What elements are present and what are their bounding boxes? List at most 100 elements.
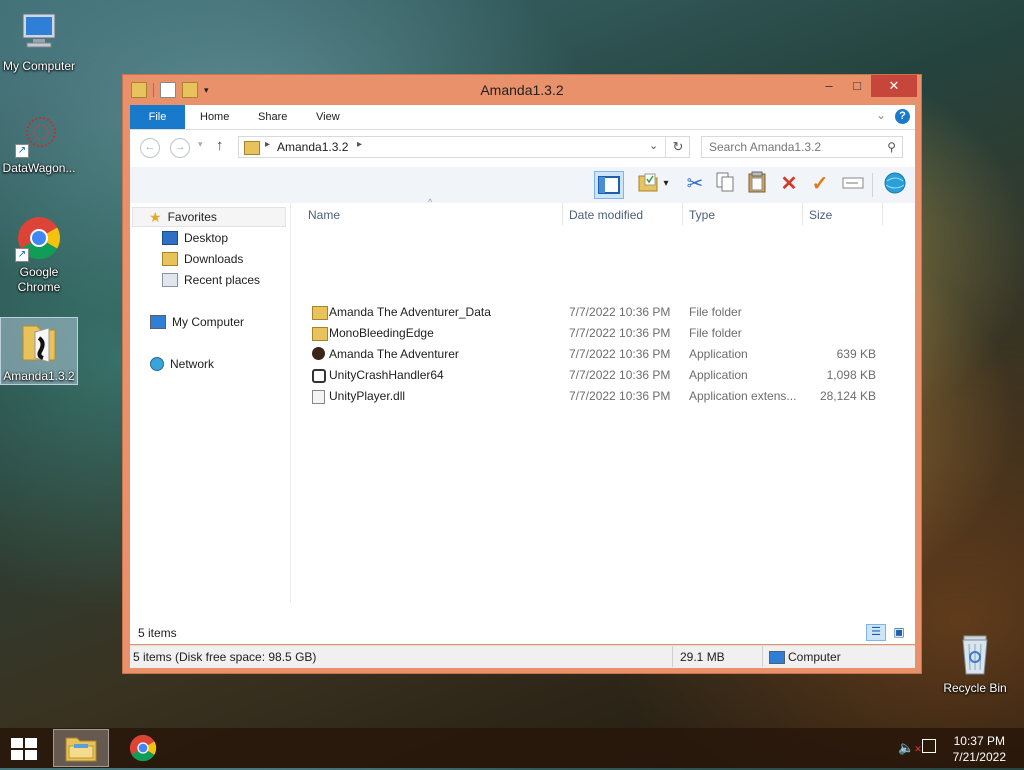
windows-logo-icon — [11, 738, 37, 760]
view-status-row: 5 items ☰ ▣ — [130, 622, 915, 644]
nav-downloads[interactable]: Downloads — [162, 249, 243, 269]
desktop-icon-label: My Computer — [2, 59, 76, 73]
command-toolbar: ▾ ✂ ✕ ✓ — [130, 167, 915, 203]
breadcrumb-separator-icon[interactable]: ▸ — [357, 139, 362, 150]
status-location: Computer — [788, 650, 841, 664]
datawagon-icon: ↗ — [15, 110, 63, 158]
folder-icon — [312, 327, 328, 341]
desktop-icon-label: Amanda1.3.2 — [3, 369, 75, 383]
column-divider[interactable] — [682, 203, 683, 225]
nav-downloads-label: Downloads — [184, 252, 244, 266]
column-header-size[interactable]: Size — [809, 203, 832, 227]
recycle-bin-icon — [951, 630, 999, 678]
column-divider[interactable] — [882, 203, 883, 225]
back-button[interactable]: ← — [140, 138, 160, 158]
maximize-button[interactable]: □ — [843, 75, 871, 97]
file-type: File folder — [689, 305, 742, 319]
desktop-icon-label: Recycle Bin — [943, 681, 1007, 695]
desktop-icon-google-chrome[interactable]: ↗ Google Chrome — [1, 214, 77, 295]
up-button[interactable]: ↑ — [216, 137, 224, 154]
delete-icon[interactable]: ✕ — [776, 171, 802, 197]
dll-icon — [312, 390, 325, 404]
address-bar[interactable]: ▸ Amanda1.3.2 ▸ ⌄ ↻ — [238, 136, 690, 158]
minimize-button[interactable]: – — [815, 75, 843, 97]
tab-view[interactable]: View — [304, 105, 352, 129]
status-bar: 5 items (Disk free space: 98.5 GB) 29.1 … — [130, 645, 915, 668]
nav-my-computer[interactable]: My Computer — [150, 312, 244, 332]
breadcrumb-separator-icon[interactable]: ▸ — [265, 139, 270, 150]
shortcut-arrow-icon: ↗ — [15, 248, 29, 262]
ribbon-tabs: File Home Share View ⌄ ? — [130, 105, 915, 130]
close-button[interactable]: ✕ — [871, 75, 917, 97]
tab-share[interactable]: Share — [246, 105, 299, 129]
nav-recent-places[interactable]: Recent places — [162, 270, 260, 290]
network-tray-icon[interactable] — [922, 739, 936, 753]
taskbar: 🔈✕ 10:37 PM 7/21/2022 — [0, 728, 1024, 768]
file-row[interactable]: Amanda The Adventurer 7/7/2022 10:36 PM … — [302, 344, 882, 365]
column-divider[interactable] — [802, 203, 803, 225]
details-view-button[interactable]: ☰ — [866, 624, 886, 641]
window-title: Amanda1.3.2 — [480, 82, 564, 98]
address-dropdown-icon[interactable]: ⌄ — [649, 139, 658, 152]
rename-field-icon[interactable] — [840, 171, 866, 197]
cut-icon[interactable]: ✂ — [682, 171, 708, 197]
start-button[interactable] — [10, 737, 38, 761]
column-divider[interactable] — [562, 203, 563, 225]
help-icon[interactable]: ? — [895, 109, 910, 124]
folder-options-icon[interactable] — [635, 171, 661, 197]
column-header-name[interactable]: Name — [308, 203, 340, 227]
options-dropdown-icon[interactable]: ▾ — [659, 171, 673, 197]
file-type: Application — [689, 368, 748, 382]
explorer-window: ▾ Amanda1.3.2 – □ ✕ File Home Share View… — [122, 74, 922, 674]
expand-ribbon-chevron-icon[interactable]: ⌄ — [876, 108, 886, 122]
large-icons-view-button[interactable]: ▣ — [890, 624, 908, 641]
nav-desktop[interactable]: Desktop — [162, 228, 228, 248]
file-row[interactable]: MonoBleedingEdge 7/7/2022 10:36 PM File … — [302, 323, 882, 344]
preview-pane-button[interactable] — [594, 171, 624, 199]
clock[interactable]: 10:37 PM 7/21/2022 — [953, 733, 1006, 765]
taskbar-chrome[interactable] — [115, 729, 171, 767]
column-header-date-modified[interactable]: Date modified — [569, 203, 643, 227]
breadcrumb[interactable]: Amanda1.3.2 — [277, 140, 348, 154]
title-bar[interactable]: ▾ Amanda1.3.2 – □ ✕ — [123, 75, 921, 105]
paste-icon[interactable] — [744, 171, 770, 197]
nav-favorites[interactable]: ★ Favorites — [132, 207, 286, 227]
nav-network[interactable]: Network — [150, 354, 214, 374]
search-icon[interactable]: ⚲ — [887, 137, 896, 157]
rename-check-icon[interactable]: ✓ — [807, 171, 833, 197]
tab-home[interactable]: Home — [188, 105, 241, 129]
desktop-icon-recycle-bin[interactable]: Recycle Bin — [937, 630, 1013, 696]
content-area: ★ Favorites Desktop Downloads Recent pla… — [130, 197, 915, 643]
file-row[interactable]: UnityCrashHandler64 7/7/2022 10:36 PM Ap… — [302, 365, 882, 386]
volume-muted-icon[interactable]: 🔈✕ — [898, 740, 922, 756]
shortcut-arrow-icon: ↗ — [15, 144, 29, 158]
globe-icon[interactable] — [882, 171, 908, 197]
refresh-icon[interactable]: ↻ — [665, 137, 690, 157]
file-name: MonoBleedingEdge — [329, 326, 434, 340]
recent-locations-chevron-icon[interactable]: ▾ — [198, 139, 203, 150]
navigation-pane: ★ Favorites Desktop Downloads Recent pla… — [130, 203, 291, 603]
tab-file[interactable]: File — [130, 105, 185, 129]
file-date: 7/7/2022 10:36 PM — [569, 305, 671, 319]
sort-indicator-icon: ^ — [428, 197, 433, 207]
file-date: 7/7/2022 10:36 PM — [569, 347, 671, 361]
taskbar-file-explorer[interactable] — [53, 729, 109, 767]
nav-network-label: Network — [170, 357, 215, 371]
search-input[interactable]: Search Amanda1.3.2 ⚲ — [701, 136, 903, 158]
file-type: Application — [689, 347, 748, 361]
file-type: Application extens... — [689, 389, 797, 403]
file-row[interactable]: Amanda The Adventurer_Data 7/7/2022 10:3… — [302, 302, 882, 323]
nav-favorites-label: Favorites — [167, 210, 217, 224]
file-row[interactable]: UnityPlayer.dll 7/7/2022 10:36 PM Applic… — [302, 386, 882, 407]
desktop-icon-amanda-folder[interactable]: Amanda1.3.2 — [0, 317, 78, 385]
file-date: 7/7/2022 10:36 PM — [569, 326, 671, 340]
clock-time: 10:37 PM — [953, 734, 1005, 748]
desktop-icon-my-computer[interactable]: My Computer — [1, 8, 77, 74]
search-placeholder: Search Amanda1.3.2 — [709, 140, 822, 154]
file-size: 1,098 KB — [826, 368, 876, 382]
copy-icon[interactable] — [712, 171, 738, 197]
forward-button[interactable]: → — [170, 138, 190, 158]
desktop-icon-datawagon[interactable]: ↗ DataWagon... — [1, 110, 77, 176]
file-size: 28,124 KB — [819, 389, 876, 403]
column-header-type[interactable]: Type — [689, 203, 715, 227]
